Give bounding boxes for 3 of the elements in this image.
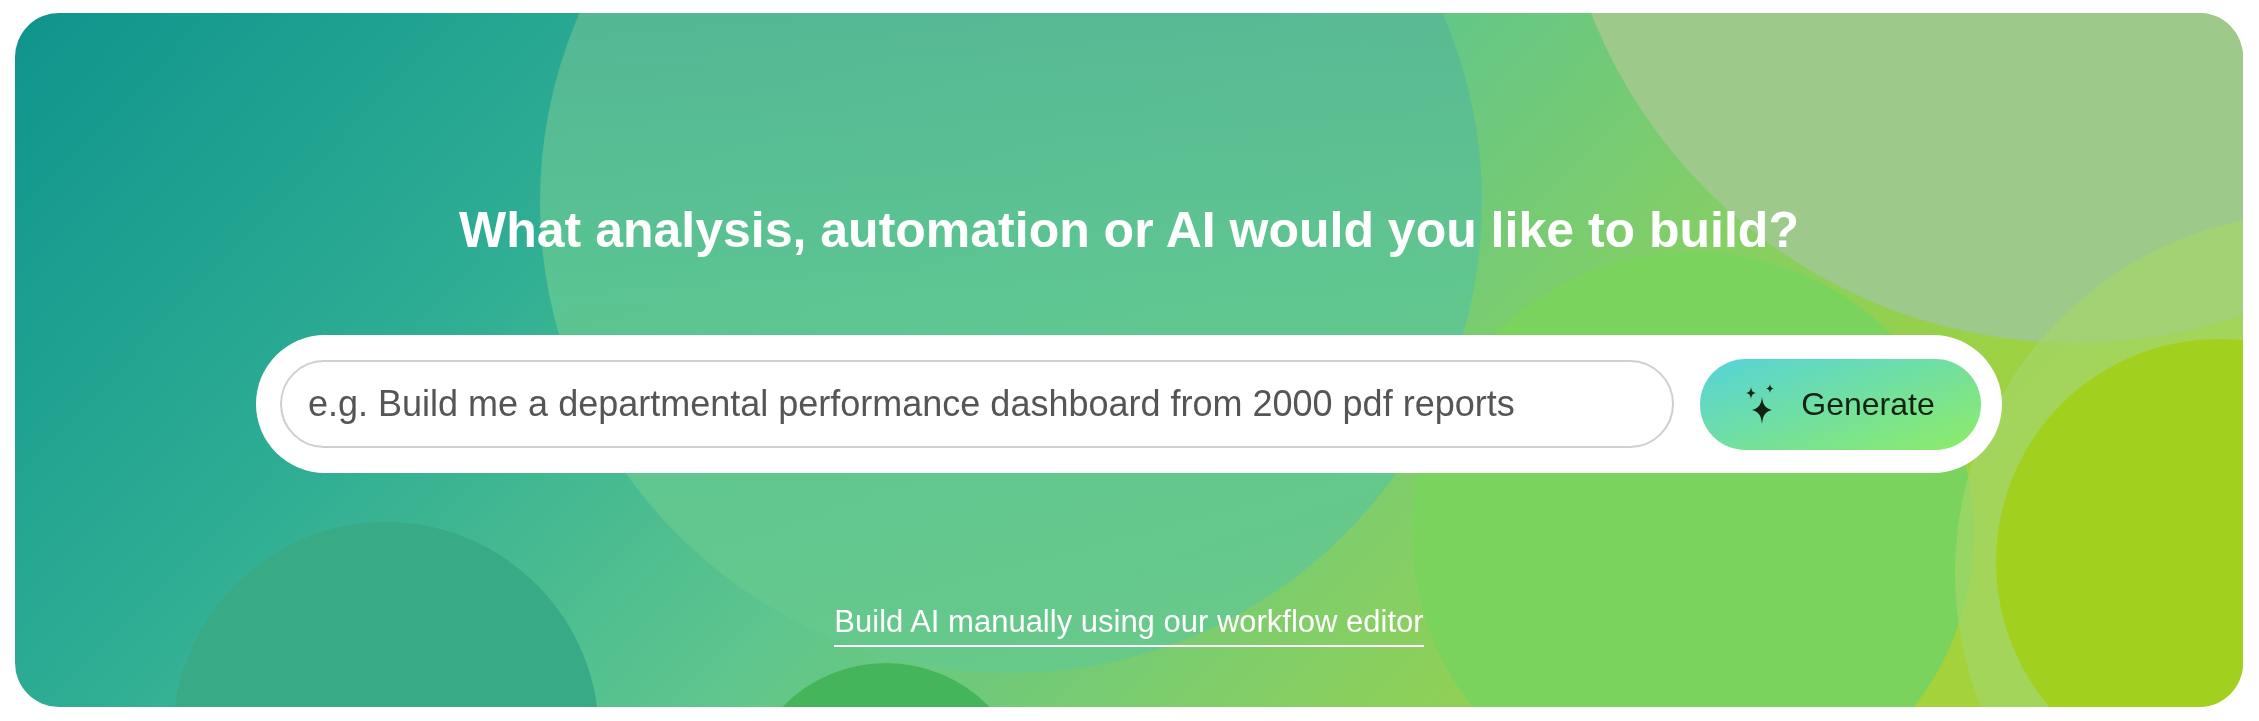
heading: What analysis, automation or AI would you like to build? [459, 201, 1799, 260]
prompt-input-field[interactable]: e.g. Build me a departmental performance dashboard from 2000 pdf reports [280, 360, 1674, 448]
generate-button[interactable]: Generate [1700, 358, 1981, 450]
